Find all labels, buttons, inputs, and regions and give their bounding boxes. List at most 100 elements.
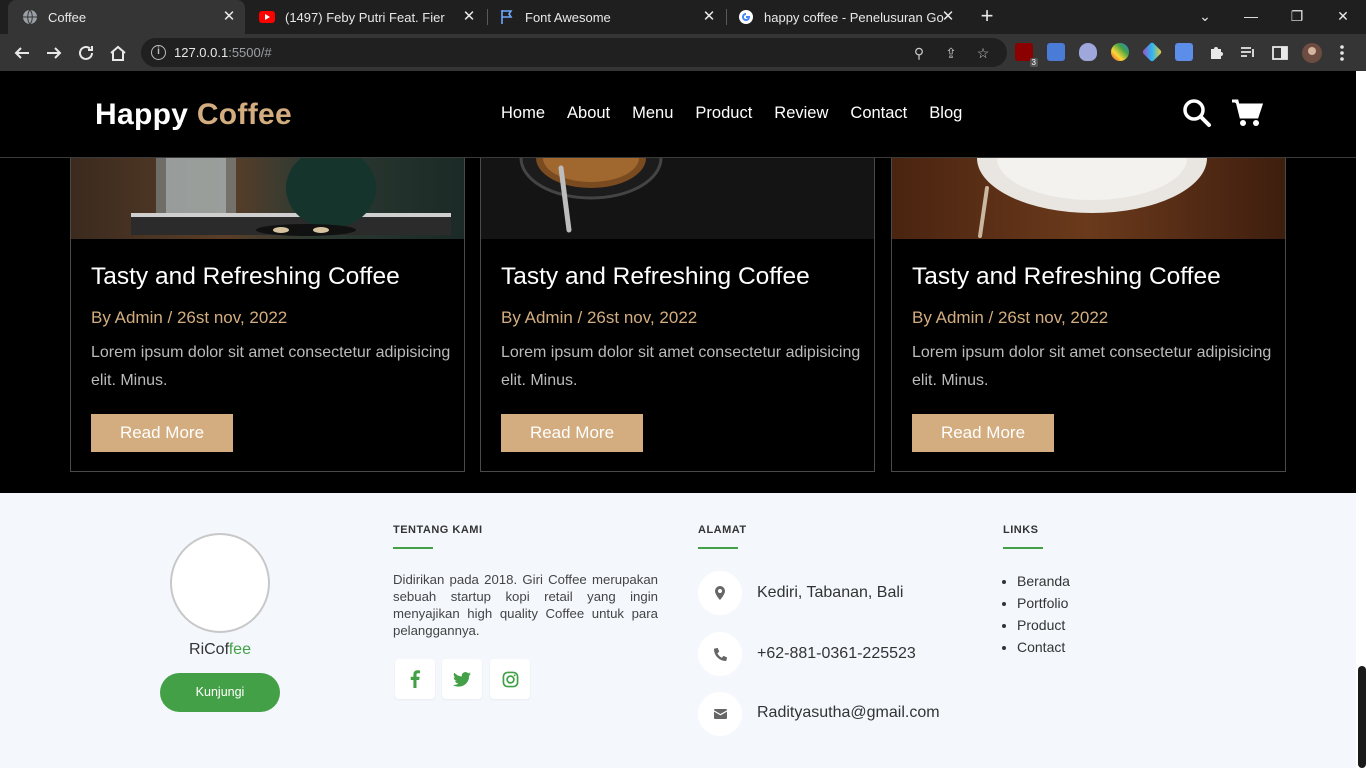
blog-card-title: Tasty and Refreshing Coffee [501, 263, 810, 290]
blog-card-description: Lorem ipsum dolor sit amet consectetur a… [912, 344, 1272, 389]
url-text: 127.0.0.1:5500/# [174, 45, 272, 60]
tab-title: Font Awesome [525, 9, 611, 25]
tab-title: (1497) Feby Putri Feat. Fiersa Besari [285, 9, 445, 25]
new-tab-button[interactable]: + [976, 5, 998, 27]
colorpick-extension-icon[interactable] [1141, 41, 1163, 63]
main-nav: Home About Menu Product Review Contact B… [501, 104, 984, 123]
cart-icon[interactable] [1231, 98, 1264, 130]
nav-product[interactable]: Product [695, 104, 752, 123]
heading-underline [698, 547, 738, 549]
menu-kebab-icon[interactable] [1330, 41, 1354, 65]
nav-contact[interactable]: Contact [850, 104, 907, 123]
globe-icon [22, 9, 38, 25]
blog-card-image [892, 158, 1285, 239]
tab-coffee[interactable]: Coffee ✕ [8, 0, 245, 34]
blog-card: Tasty and Refreshing Coffee By Admin / 2… [480, 158, 875, 472]
blog-card-description: Lorem ipsum dolor sit amet consectetur a… [501, 344, 861, 389]
scrollbar-thumb[interactable] [1358, 666, 1366, 768]
restore-icon[interactable]: ❐ [1285, 6, 1309, 26]
flag-icon [499, 9, 515, 25]
footer-links: Beranda Portfolio Product Contact [1017, 573, 1070, 661]
footer-link-product[interactable]: Product [1017, 617, 1070, 633]
address-bar[interactable]: i 127.0.0.1:5500/# ⚲ ⇪ ☆ [141, 38, 1007, 67]
read-more-button[interactable]: Read More [501, 414, 643, 452]
heading-underline [1003, 547, 1043, 549]
nav-menu[interactable]: Menu [632, 104, 673, 123]
search-icon[interactable] [1182, 98, 1214, 130]
blog-card-description: Lorem ipsum dolor sit amet consectetur a… [91, 344, 451, 389]
close-tab-icon[interactable]: ✕ [461, 9, 477, 25]
close-tab-icon[interactable]: ✕ [940, 9, 956, 25]
web-page: Happy Coffee Home About Menu Product Rev… [0, 71, 1356, 768]
color-extension-icon[interactable] [1111, 43, 1129, 61]
tab-title: Coffee [48, 9, 87, 25]
close-tab-icon[interactable]: ✕ [701, 9, 717, 25]
tab-youtube[interactable]: (1497) Feby Putri Feat. Fiersa Besari ✕ [245, 0, 485, 34]
page-scrollbar[interactable] [1356, 71, 1366, 768]
blog-cards: Tasty and Refreshing Coffee By Admin / 2… [70, 158, 1286, 472]
site-footer: RiCoffee Kunjungi TENTANG KAMI Didirikan… [0, 493, 1356, 768]
tab-title: happy coffee - Penelusuran Google [764, 9, 944, 25]
forward-icon[interactable] [42, 41, 66, 65]
blog-card-image [71, 158, 464, 239]
footer-avatar [170, 533, 270, 633]
close-window-icon[interactable]: ✕ [1331, 6, 1355, 26]
phone-text: +62-881-0361-225523 [757, 645, 916, 662]
blog-card-title: Tasty and Refreshing Coffee [912, 263, 1221, 290]
home-icon[interactable] [106, 41, 130, 65]
heading-underline [393, 547, 433, 549]
zoom-icon[interactable]: ⚲ [910, 44, 928, 62]
media-queue-icon[interactable] [1236, 41, 1260, 65]
tab-google[interactable]: happy coffee - Penelusuran Google ✕ [724, 0, 964, 34]
blog-card: Tasty and Refreshing Coffee By Admin / 2… [891, 158, 1286, 472]
about-heading: TENTANG KAMI [393, 524, 483, 536]
phone-icon [698, 632, 742, 676]
translate-extension-icon[interactable] [1047, 43, 1065, 61]
minimize-icon[interactable]: — [1239, 6, 1263, 26]
youtube-icon [259, 9, 275, 25]
back-icon[interactable] [10, 41, 34, 65]
reload-icon[interactable] [74, 41, 98, 65]
twitter-icon[interactable] [442, 659, 482, 699]
nav-home[interactable]: Home [501, 104, 545, 123]
share-icon[interactable]: ⇪ [942, 44, 960, 62]
facebook-icon[interactable] [395, 659, 435, 699]
address-text: Kediri, Tabanan, Bali [757, 584, 904, 601]
tab-font-awesome[interactable]: Font Awesome ✕ [485, 0, 725, 34]
blog-card-meta: By Admin / 26st nov, 2022 [501, 308, 698, 327]
about-text: Didirikan pada 2018. Giri Coffee merupak… [393, 572, 658, 638]
blog-card-image [481, 158, 874, 239]
site-logo[interactable]: Happy Coffee [95, 98, 292, 132]
map-marker-icon [698, 571, 742, 615]
read-more-button[interactable]: Read More [91, 414, 233, 452]
email-text: Radityasutha@gmail.com [757, 704, 940, 721]
docs-extension-icon[interactable] [1175, 43, 1193, 61]
footer-link-beranda[interactable]: Beranda [1017, 573, 1070, 589]
close-tab-icon[interactable]: ✕ [221, 9, 237, 25]
profile-avatar[interactable] [1300, 41, 1324, 65]
nav-blog[interactable]: Blog [929, 104, 962, 123]
envelope-icon [698, 692, 742, 736]
tab-search-icon[interactable]: ⌄ [1193, 6, 1217, 26]
shield-extension-icon[interactable] [1079, 43, 1097, 61]
blog-card-title: Tasty and Refreshing Coffee [91, 263, 400, 290]
bookmark-star-icon[interactable]: ☆ [974, 44, 992, 62]
footer-link-portfolio[interactable]: Portfolio [1017, 595, 1070, 611]
blog-card-meta: By Admin / 26st nov, 2022 [91, 308, 288, 327]
nav-review[interactable]: Review [774, 104, 828, 123]
google-icon [738, 9, 754, 25]
site-info-icon[interactable]: i [151, 45, 166, 60]
read-more-button[interactable]: Read More [912, 414, 1054, 452]
extensions-puzzle-icon[interactable] [1204, 41, 1228, 65]
blog-card: Tasty and Refreshing Coffee By Admin / 2… [70, 158, 465, 472]
side-panel-icon[interactable] [1268, 41, 1292, 65]
blog-card-meta: By Admin / 26st nov, 2022 [912, 308, 1109, 327]
visit-button[interactable]: Kunjungi [160, 673, 280, 712]
footer-brand: RiCoffee [189, 641, 251, 658]
ublock-extension-icon[interactable]: 3 [1015, 43, 1038, 67]
instagram-icon[interactable] [490, 659, 530, 699]
browser-tab-bar: Coffee ✕ (1497) Feby Putri Feat. Fiersa … [0, 0, 1366, 34]
footer-link-contact[interactable]: Contact [1017, 639, 1070, 655]
site-header: Happy Coffee Home About Menu Product Rev… [0, 71, 1356, 158]
nav-about[interactable]: About [567, 104, 610, 123]
